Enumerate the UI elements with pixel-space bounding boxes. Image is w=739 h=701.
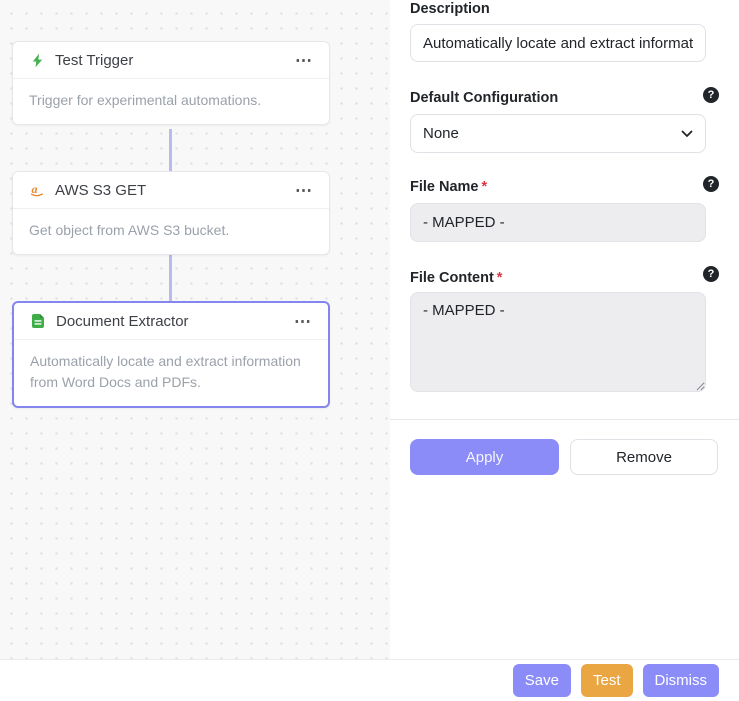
- node-document-extractor[interactable]: Document Extractor ⋯ Automatically locat…: [12, 301, 330, 408]
- node-header: a AWS S3 GET ⋯: [13, 172, 329, 209]
- node-menu-button[interactable]: ⋯: [295, 182, 313, 199]
- description-input[interactable]: [410, 24, 706, 62]
- node-connector: [169, 129, 172, 172]
- config-panel: Description Default Configuration ? None…: [390, 0, 739, 659]
- amazon-icon: a: [29, 182, 45, 198]
- file-content-textarea[interactable]: - MAPPED -: [410, 292, 706, 392]
- required-asterisk: *: [482, 179, 488, 195]
- dismiss-button[interactable]: Dismiss: [643, 664, 720, 697]
- default-configuration-select[interactable]: None: [410, 114, 706, 153]
- help-icon[interactable]: ?: [703, 176, 719, 192]
- node-title: AWS S3 GET: [55, 182, 146, 199]
- node-description: Trigger for experimental automations.: [13, 79, 329, 124]
- node-aws-s3-get[interactable]: a AWS S3 GET ⋯ Get object from AWS S3 bu…: [12, 171, 330, 255]
- node-menu-button[interactable]: ⋯: [294, 313, 312, 330]
- node-menu-button[interactable]: ⋯: [295, 52, 313, 69]
- apply-button[interactable]: Apply: [410, 439, 559, 475]
- node-description: Automatically locate and extract informa…: [14, 340, 328, 406]
- file-name-label-text: File Name: [410, 179, 479, 195]
- node-header: Document Extractor ⋯: [14, 303, 328, 340]
- help-icon[interactable]: ?: [703, 266, 719, 282]
- node-header: Test Trigger ⋯: [13, 42, 329, 79]
- node-title: Document Extractor: [56, 313, 189, 330]
- description-label: Description: [410, 1, 490, 17]
- node-title: Test Trigger: [55, 52, 133, 69]
- document-icon: [30, 313, 46, 329]
- svg-text:a: a: [32, 182, 38, 196]
- file-name-input[interactable]: [410, 203, 706, 242]
- file-content-label: File Content*: [410, 270, 502, 286]
- selected-option: None: [423, 125, 459, 142]
- lightning-icon: [29, 52, 45, 68]
- test-button[interactable]: Test: [581, 664, 633, 697]
- file-name-label: File Name*: [410, 179, 487, 195]
- required-asterisk: *: [497, 270, 503, 286]
- node-description: Get object from AWS S3 bucket.: [13, 209, 329, 254]
- node-test-trigger[interactable]: Test Trigger ⋯ Trigger for experimental …: [12, 41, 330, 125]
- file-content-label-text: File Content: [410, 270, 494, 286]
- chevron-down-icon: [681, 125, 693, 142]
- workflow-canvas[interactable]: Test Trigger ⋯ Trigger for experimental …: [0, 0, 390, 659]
- footer-bar: Save Test Dismiss: [0, 659, 739, 701]
- save-button[interactable]: Save: [513, 664, 571, 697]
- remove-button[interactable]: Remove: [570, 439, 718, 475]
- default-configuration-label: Default Configuration: [410, 90, 558, 106]
- panel-divider: [390, 419, 739, 420]
- node-connector: [169, 252, 172, 302]
- help-icon[interactable]: ?: [703, 87, 719, 103]
